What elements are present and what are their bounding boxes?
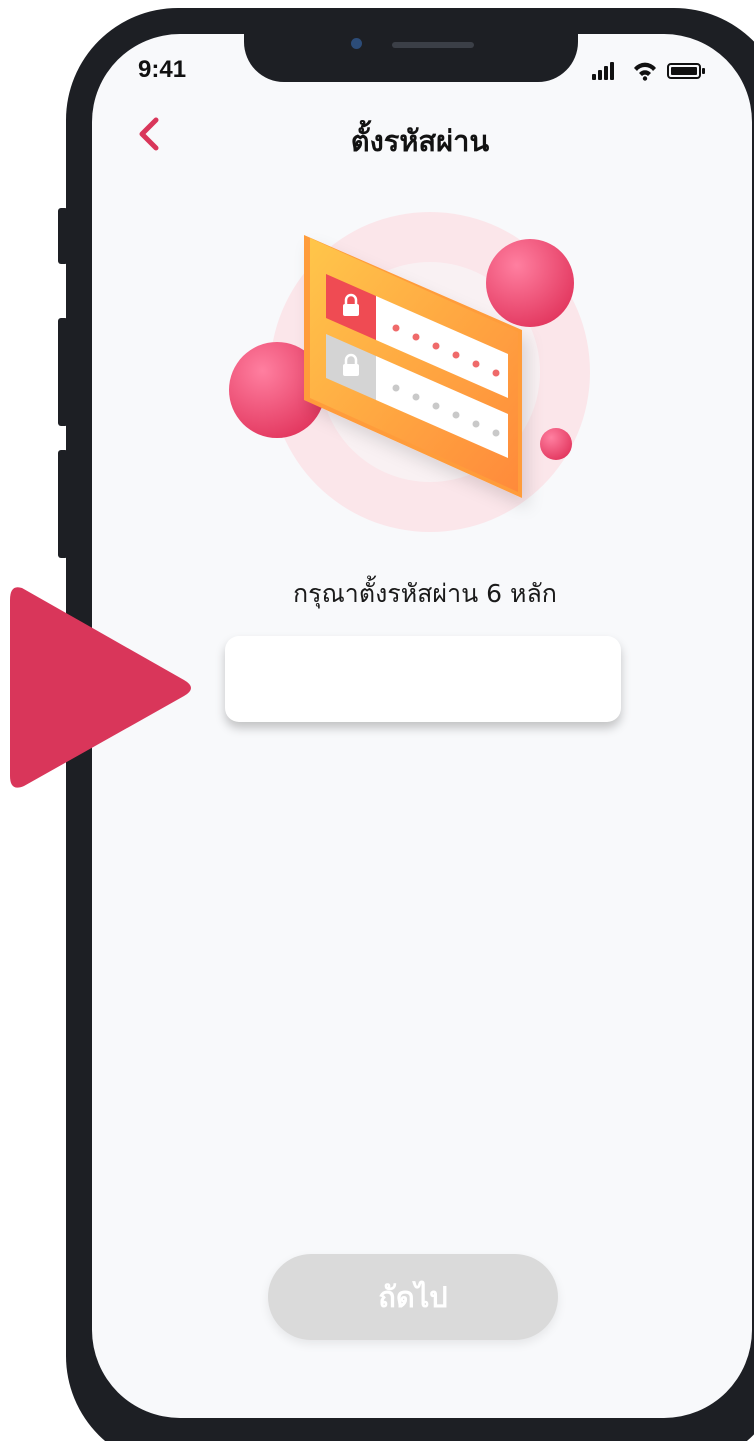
wifi-icon [634,62,656,81]
decorative-ball-small [540,428,572,460]
stage: 9:41 ตั้งรหัสผ่าน กรุณาตั้งรหัสผ่าน 6 หล… [0,0,754,1441]
phone-notch [244,30,578,82]
pin-instruction: กรุณาตั้งรหัสผ่าน 6 หลัก [293,579,557,608]
earpiece-speaker [392,42,474,48]
status-icons [592,62,705,81]
phone-volume-down-button [58,450,68,558]
battery-icon [667,63,705,79]
phone-volume-up-button [58,318,68,426]
page-title: ตั้งรหัสผ่าน [350,124,490,158]
front-camera [351,38,362,49]
signal-icon [592,62,614,80]
next-button-label: ถัดไป [378,1280,448,1314]
phone-mute-switch [58,208,68,264]
password-lock-card-icon [229,212,590,532]
back-button[interactable] [130,112,170,156]
status-time: 9:41 [138,56,187,83]
play-triangle-icon [10,587,191,788]
decorative-ball-medium [486,239,574,327]
pin-input[interactable] [225,636,621,722]
chevron-left-icon [139,117,159,151]
next-button[interactable]: ถัดไป [268,1254,558,1340]
